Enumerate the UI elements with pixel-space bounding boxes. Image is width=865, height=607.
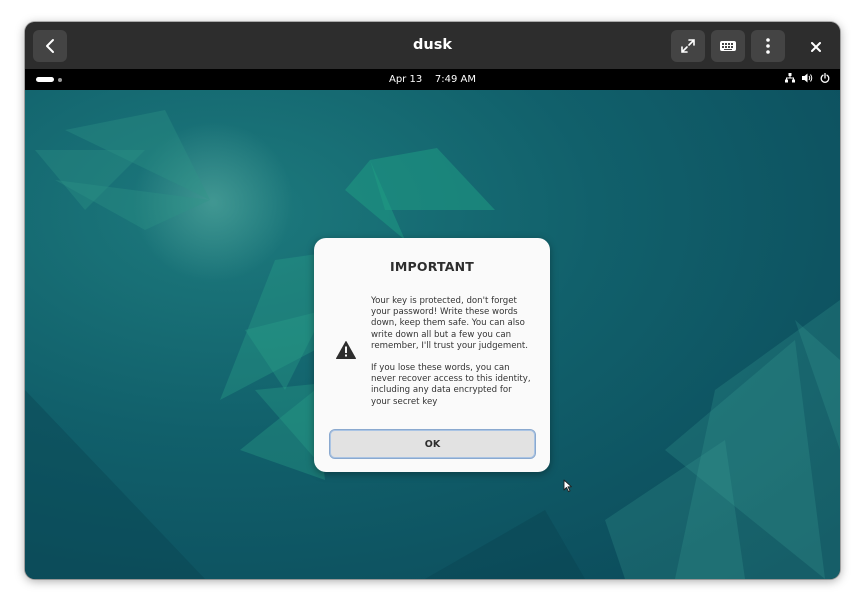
dialog-message: Your key is protected, don't forget your… [371,296,531,419]
dialog-paragraph-2: If you lose these words, you can never r… [371,363,531,407]
clock[interactable]: Apr 13 7:49 AM [25,69,840,90]
keyboard-button[interactable] [711,30,745,62]
ok-button[interactable]: OK [329,429,536,459]
fullscreen-icon [680,38,696,54]
vm-screen[interactable]: Apr 13 7:49 AM IMPORTANT Your key is pro… [25,69,840,579]
network-icon [785,73,795,86]
menu-button[interactable] [751,30,785,62]
dialog-paragraph-1: Your key is protected, don't forget your… [371,296,529,351]
power-icon [820,72,830,86]
dialog-title: IMPORTANT [390,259,474,274]
important-dialog: IMPORTANT Your key is protected, don't f… [314,238,550,472]
close-button[interactable] [804,34,828,58]
kebab-menu-icon [765,37,771,55]
vm-viewer-window: dusk Apr 13 7:49 AM IMPORTANT Your key i… [25,22,840,579]
gnome-top-bar: Apr 13 7:49 AM [25,69,840,90]
desktop-wallpaper: IMPORTANT Your key is protected, don't f… [25,90,840,579]
headerbar: dusk [25,22,840,70]
keyboard-icon [719,39,737,53]
fullscreen-button[interactable] [671,30,705,62]
clock-time: 7:49 AM [434,74,477,85]
close-icon [811,37,821,56]
clock-date: Apr 13 [388,74,423,85]
volume-icon [802,73,813,86]
system-tray[interactable] [785,72,830,86]
mouse-pointer-icon [563,479,573,492]
warning-icon [336,341,356,359]
